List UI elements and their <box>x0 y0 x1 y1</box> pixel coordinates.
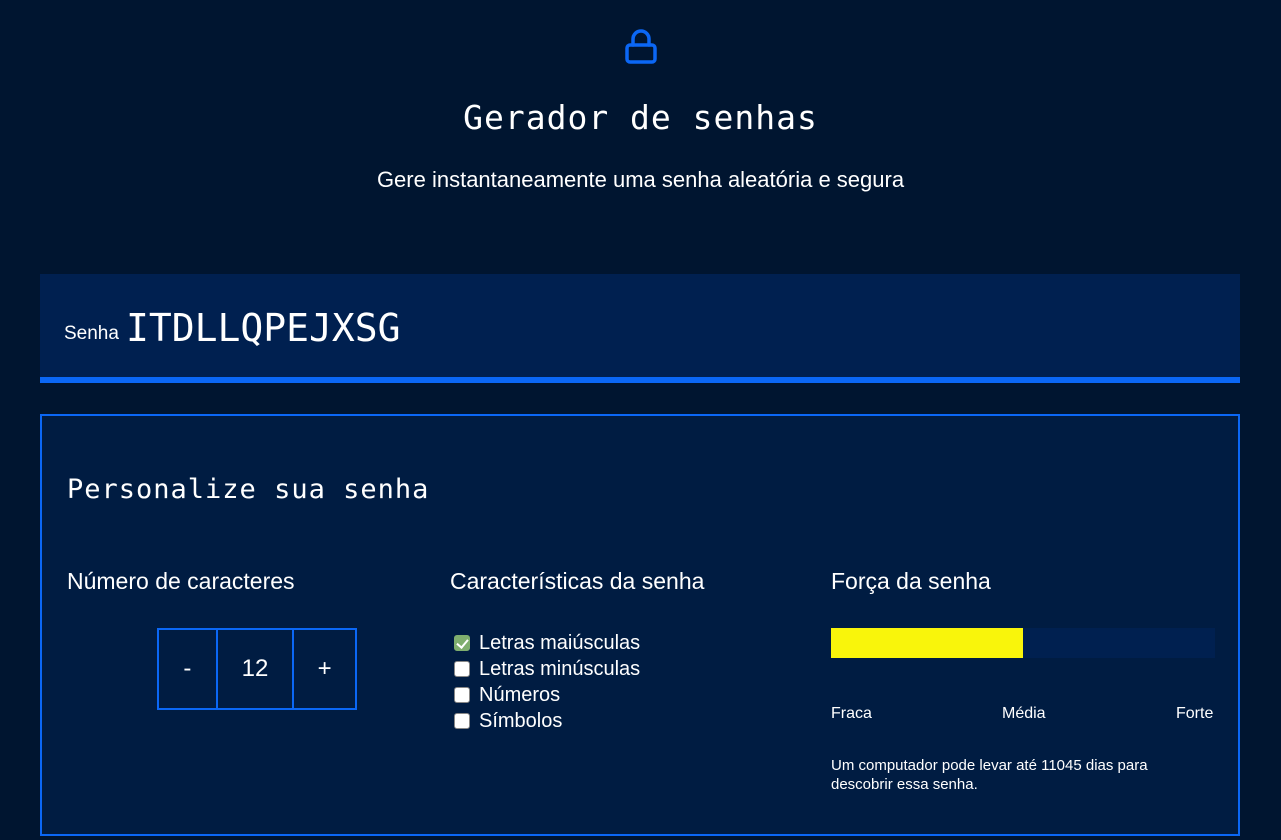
option-label: Números <box>479 683 561 706</box>
strength-heading: Força da senha <box>831 568 991 594</box>
password-label: Senha <box>64 323 119 344</box>
strength-meter <box>831 628 1215 658</box>
length-value: 12 <box>241 655 269 682</box>
options-heading: Características da senha <box>450 568 705 594</box>
page-subtitle: Gere instantaneamente uma senha aleatóri… <box>376 167 905 192</box>
strength-label-weak: Fraca <box>831 705 872 722</box>
option-label: Letras maiúsculas <box>479 631 641 654</box>
strength-label-medium: Média <box>1002 705 1046 722</box>
option-uppercase[interactable]: Letras maiúsculas <box>454 630 640 656</box>
length-heading: Número de caracteres <box>67 568 295 594</box>
option-label: Símbolos <box>479 709 563 732</box>
increment-button[interactable]: + <box>292 630 355 708</box>
customize-panel: Personalize sua senha Número de caracter… <box>40 414 1240 836</box>
uppercase-checkbox[interactable] <box>454 635 470 651</box>
strength-note: Um computador pode levar até 11045 dias … <box>831 757 1148 793</box>
option-lowercase[interactable]: Letras minúsculas <box>454 656 640 682</box>
decrement-button[interactable]: - <box>159 630 218 708</box>
strength-meter-fill <box>831 628 1023 658</box>
option-symbols[interactable]: Símbolos <box>454 708 640 734</box>
numbers-checkbox[interactable] <box>454 687 470 703</box>
lowercase-checkbox[interactable] <box>454 661 470 677</box>
password-value[interactable]: ITDLLQPEJXSG <box>126 306 401 350</box>
length-stepper: - 12 + <box>157 628 357 710</box>
strength-label-strong: Forte <box>1176 705 1214 722</box>
option-label: Letras minúsculas <box>479 657 641 680</box>
option-numbers[interactable]: Números <box>454 682 640 708</box>
lock-icon <box>625 29 657 64</box>
symbols-checkbox[interactable] <box>454 713 470 729</box>
page-title: Gerador de senhas <box>463 98 818 137</box>
options-list: Letras maiúsculas Letras minúsculas Núme… <box>454 630 640 734</box>
password-display: Senha ITDLLQPEJXSG <box>40 274 1240 383</box>
panel-title: Personalize sua senha <box>67 474 430 505</box>
